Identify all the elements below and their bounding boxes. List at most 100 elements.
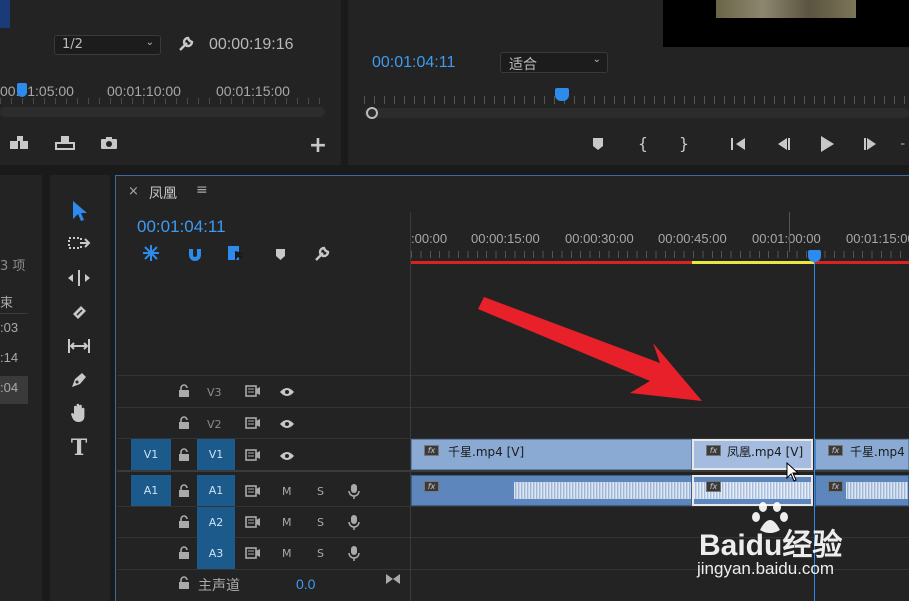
eye-icon[interactable] bbox=[278, 384, 296, 400]
project-row-2[interactable]: :14 bbox=[0, 350, 28, 365]
track-v3-label[interactable]: V3 bbox=[207, 386, 222, 399]
sync-lock-icon[interactable] bbox=[244, 545, 262, 561]
project-row-1[interactable]: :03 bbox=[0, 320, 28, 335]
step-back-icon[interactable] bbox=[772, 134, 794, 154]
lock-icon[interactable] bbox=[176, 514, 192, 530]
track-a1-label[interactable]: A1 bbox=[197, 475, 235, 506]
clip-name: 凤凰.mp4 [V] bbox=[727, 445, 804, 459]
baidu-watermark: Baidu经验 jingyan.baidu.com bbox=[697, 500, 909, 601]
ruler-label-1: 00:00:15:00 bbox=[471, 231, 540, 246]
fx-badge: fx bbox=[828, 445, 843, 456]
fit-select-dropdown[interactable]: 适合 ⌄ bbox=[500, 52, 608, 73]
razor-tool-icon[interactable] bbox=[60, 297, 98, 327]
hand-tool-icon[interactable] bbox=[60, 398, 98, 428]
eye-icon[interactable] bbox=[278, 448, 296, 464]
solo-button[interactable]: S bbox=[317, 485, 324, 498]
step-forward-icon[interactable] bbox=[860, 134, 882, 154]
column-header[interactable]: 束 bbox=[0, 292, 28, 314]
go-to-in-icon[interactable] bbox=[728, 134, 750, 154]
microphone-icon[interactable] bbox=[346, 513, 362, 531]
sync-lock-icon[interactable] bbox=[244, 415, 262, 431]
timeline-timecode[interactable]: 00:01:04:11 bbox=[137, 217, 226, 237]
source-patch-a1[interactable]: A1 bbox=[131, 475, 171, 506]
program-zoom-scrollbar[interactable] bbox=[364, 108, 909, 118]
ruler-ticks bbox=[411, 251, 909, 258]
timeline-menu-icon[interactable]: ≡ bbox=[196, 182, 208, 198]
sync-lock-icon[interactable] bbox=[244, 483, 262, 499]
wrench-icon[interactable] bbox=[312, 244, 332, 264]
play-icon[interactable] bbox=[816, 133, 838, 155]
microphone-icon[interactable] bbox=[346, 544, 362, 562]
source-ruler-label-1: 00:01:05:00 bbox=[0, 83, 74, 99]
program-video-image bbox=[716, 0, 856, 18]
camera-icon[interactable] bbox=[96, 133, 122, 153]
slip-tool-icon[interactable] bbox=[60, 331, 98, 361]
lock-icon[interactable] bbox=[176, 383, 192, 399]
fit-select-value: 适合 bbox=[509, 57, 537, 73]
source-playhead[interactable] bbox=[17, 83, 27, 97]
solo-button[interactable]: S bbox=[317, 516, 324, 529]
lock-icon[interactable] bbox=[176, 545, 192, 561]
solo-button[interactable]: S bbox=[317, 547, 324, 560]
source-ruler-label-2: 00:01:10:00 bbox=[107, 83, 181, 99]
ruler-label-2: 00:00:30:00 bbox=[565, 231, 634, 246]
add-button-icon[interactable]: + bbox=[308, 133, 328, 158]
ruler-label-0: :00:00 bbox=[411, 231, 448, 246]
mute-button[interactable]: M bbox=[282, 516, 292, 529]
timeline-playhead[interactable] bbox=[808, 250, 821, 262]
go-to-out-icon[interactable] bbox=[900, 134, 909, 154]
master-volume-value[interactable]: 0.0 bbox=[296, 576, 315, 592]
video-clip-1[interactable]: fx 千星.mp4 [V] bbox=[411, 439, 692, 470]
source-zoom-scrollbar[interactable] bbox=[0, 107, 325, 117]
lock-icon[interactable] bbox=[176, 575, 192, 591]
mute-button[interactable]: M bbox=[282, 547, 292, 560]
mark-out-icon[interactable]: } bbox=[676, 133, 692, 153]
timeline-close-icon[interactable]: × bbox=[128, 184, 139, 199]
magnet-snap-icon[interactable] bbox=[185, 244, 205, 264]
overwrite-icon[interactable] bbox=[52, 133, 78, 153]
video-clip-3[interactable]: fx 千星.mp4 bbox=[815, 439, 909, 470]
lock-icon[interactable] bbox=[176, 415, 192, 431]
track-a2-label[interactable]: A2 bbox=[197, 507, 235, 538]
audio-waveform bbox=[514, 482, 691, 499]
zoom-handle-circle[interactable] bbox=[366, 107, 378, 119]
project-row-3[interactable]: :04 bbox=[0, 376, 28, 404]
timeline-title[interactable]: 凤凰 bbox=[149, 183, 177, 203]
fx-badge: fx bbox=[828, 481, 843, 492]
fx-badge: fx bbox=[424, 481, 439, 492]
microphone-icon[interactable] bbox=[346, 482, 362, 500]
mark-in-icon[interactable]: { bbox=[635, 133, 651, 153]
track-a3-label[interactable]: A3 bbox=[197, 538, 235, 569]
work-area-bar[interactable] bbox=[411, 261, 909, 264]
ripple-edit-tool-icon[interactable] bbox=[60, 263, 98, 293]
eye-icon[interactable] bbox=[278, 416, 296, 432]
lock-icon[interactable] bbox=[176, 447, 192, 463]
tools-panel: T bbox=[50, 175, 110, 601]
track-v1-label[interactable]: V1 bbox=[197, 439, 235, 470]
track-select-tool-icon[interactable] bbox=[60, 228, 98, 258]
selection-tool-icon[interactable] bbox=[60, 196, 98, 226]
sync-lock-icon[interactable] bbox=[244, 447, 262, 463]
add-marker-icon[interactable] bbox=[272, 246, 288, 262]
sync-lock-icon[interactable] bbox=[244, 383, 262, 399]
linked-selection-icon[interactable] bbox=[226, 243, 246, 263]
mute-button[interactable]: M bbox=[282, 485, 292, 498]
pen-tool-icon[interactable] bbox=[60, 365, 98, 395]
page-select-dropdown[interactable]: 1/2 ⌄ bbox=[54, 35, 161, 55]
audio-clip-1[interactable]: fx bbox=[411, 475, 692, 506]
track-v2-label[interactable]: V2 bbox=[207, 418, 222, 431]
sync-lock-icon[interactable] bbox=[244, 514, 262, 530]
bowtie-icon[interactable] bbox=[384, 571, 402, 587]
wrench-icon[interactable] bbox=[176, 34, 196, 54]
program-timecode[interactable]: 00:01:04:11 bbox=[372, 54, 455, 72]
watermark-brand: Baidu经验 bbox=[699, 529, 843, 562]
type-tool-icon[interactable]: T bbox=[60, 433, 98, 463]
ruler-label-5: 00:01:15:00 bbox=[846, 231, 909, 246]
lock-icon[interactable] bbox=[176, 483, 192, 499]
program-playhead[interactable] bbox=[555, 88, 569, 101]
source-patch-v1[interactable]: V1 bbox=[131, 439, 171, 470]
add-marker-icon[interactable] bbox=[590, 135, 606, 153]
program-monitor-panel: 00:01:04:11 适合 ⌄ { } bbox=[348, 0, 909, 165]
snap-nest-icon[interactable] bbox=[141, 243, 161, 263]
insert-icon[interactable] bbox=[8, 133, 34, 153]
